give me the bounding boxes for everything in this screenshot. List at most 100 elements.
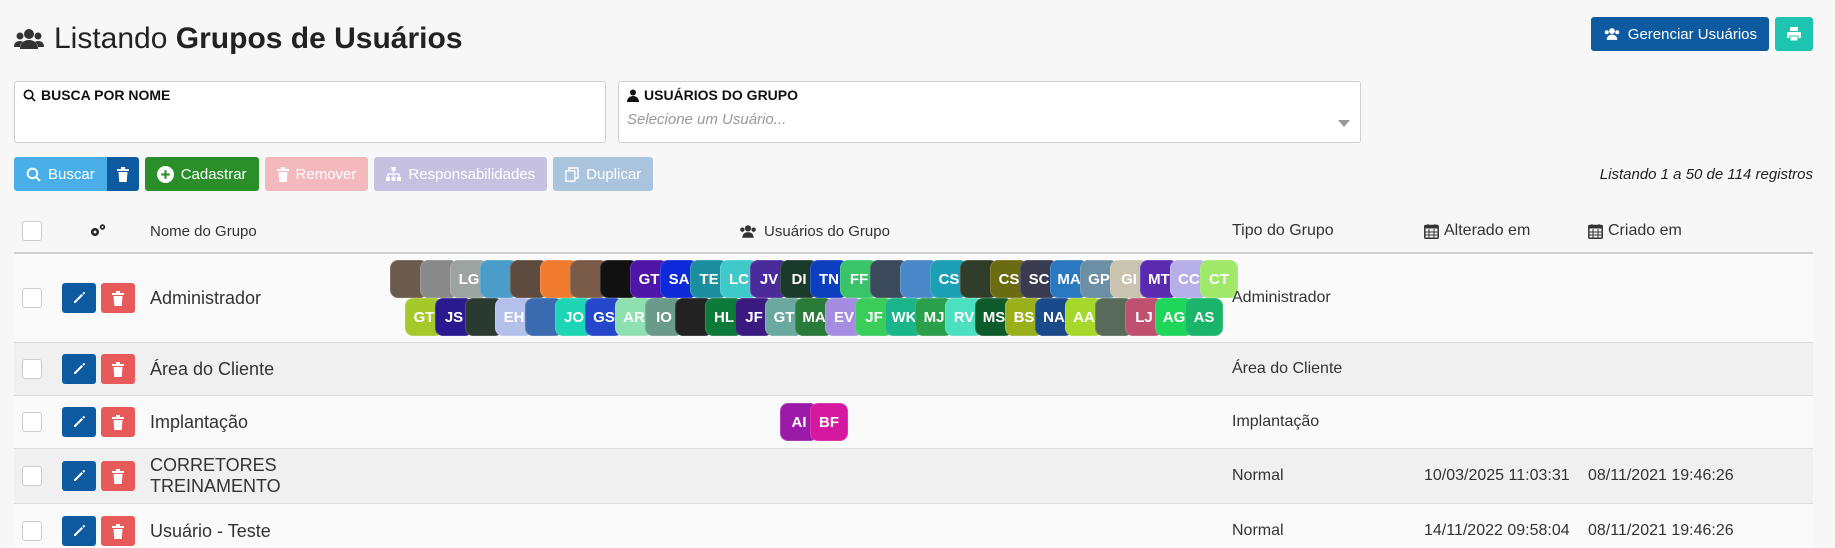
search-icon [26, 167, 41, 182]
table-body: Administrador LG GT SA TE LC JV DI TN FF CS CS SC MA… [14, 254, 1813, 548]
updated-at: 10/03/2025 11:03:31 [1424, 467, 1570, 484]
pencil-icon [72, 469, 86, 483]
top-actions: Gerenciar Usuários [1590, 17, 1813, 51]
col-name[interactable]: Nome do Grupo [146, 223, 408, 240]
delete-button[interactable] [100, 283, 135, 313]
edit-button[interactable] [61, 461, 96, 491]
group-type: Implantação [1232, 413, 1320, 430]
edit-button[interactable] [61, 354, 96, 384]
add-label: Cadastrar [180, 165, 247, 183]
gears-icon[interactable] [88, 223, 108, 239]
plus-circle-icon [156, 165, 174, 183]
table-row[interactable]: CORRETORES TREINAMENTO Normal 10/03/2025… [14, 449, 1813, 504]
col-users-label: Usuários do Grupo [764, 222, 890, 240]
row-checkbox[interactable] [22, 466, 42, 486]
avatar-row: LG GT SA TE LC JV DI TN FF CS CS SC MA GP GI MT CC CT [390, 260, 1238, 298]
group-users: LG GT SA TE LC JV DI TN FF CS CS SC MA GP GI MT CC CT GT J… [390, 260, 1238, 336]
col-type[interactable]: Tipo do Grupo [1220, 222, 1424, 240]
search-label: Buscar [48, 165, 95, 183]
group-name: Administrador [150, 287, 262, 308]
clear-search-button[interactable] [106, 157, 139, 191]
trash-icon [111, 468, 124, 484]
group-users-placeholder: Selecione um Usuário... [627, 111, 787, 128]
user-avatar[interactable]: BF [810, 403, 848, 441]
search-group: Buscar [14, 157, 139, 191]
delete-button[interactable] [100, 461, 135, 491]
col-created-label: Criado em [1608, 222, 1682, 239]
search-icon [23, 89, 36, 102]
trash-icon [111, 290, 124, 306]
row-checkbox[interactable] [22, 521, 42, 541]
filters: BUSCA POR NOME USUÁRIOS DO GRUPO Selecio… [14, 81, 1361, 143]
pencil-icon [72, 524, 86, 538]
edit-button[interactable] [61, 407, 96, 437]
name-search-label: BUSCA POR NOME [23, 87, 597, 103]
table-header: Nome do Grupo Usuários do Grupo Tipo do … [14, 210, 1813, 254]
row-checkbox[interactable] [22, 359, 42, 379]
group-type: Normal [1232, 522, 1284, 539]
table-row[interactable]: Implantação AI BF Implantação [14, 396, 1813, 449]
name-search-box: BUSCA POR NOME [14, 81, 606, 143]
trash-icon [111, 361, 124, 377]
copy-icon [565, 166, 579, 182]
duplicate-button[interactable]: Duplicar [553, 157, 654, 191]
col-created[interactable]: Criado em [1588, 222, 1748, 240]
add-group-button[interactable]: Cadastrar [144, 157, 259, 191]
name-search-input[interactable] [23, 113, 597, 130]
manage-users-button[interactable]: Gerenciar Usuários [1590, 17, 1769, 51]
pencil-icon [72, 291, 86, 305]
group-name: CORRETORES TREINAMENTO [150, 455, 281, 496]
print-button[interactable] [1775, 17, 1813, 51]
delete-button[interactable] [100, 516, 135, 546]
trash-icon [116, 166, 129, 182]
group-users-select[interactable]: USUÁRIOS DO GRUPO Selecione um Usuário..… [618, 81, 1361, 143]
updated-at: 14/11/2022 09:58:04 [1424, 522, 1570, 539]
delete-button[interactable] [100, 407, 135, 437]
row-checkbox[interactable] [22, 412, 42, 432]
responsibilities-label: Responsabilidades [408, 165, 536, 183]
table-row[interactable]: Usuário - Teste Normal 14/11/2022 09:58:… [14, 504, 1813, 548]
created-at: 08/11/2021 19:46:26 [1588, 522, 1734, 539]
col-users[interactable]: Usuários do Grupo [408, 223, 1220, 240]
duplicate-label: Duplicar [586, 165, 642, 183]
calendar-icon [1424, 223, 1439, 239]
chevron-down-icon[interactable] [1338, 120, 1350, 127]
page-header: Listando Grupos de Usuários [14, 18, 463, 60]
edit-button[interactable] [61, 516, 96, 546]
edit-button[interactable] [61, 283, 96, 313]
manage-users-label: Gerenciar Usuários [1627, 25, 1757, 43]
group-name: Usuário - Teste [150, 520, 271, 541]
col-updated[interactable]: Alterado em [1424, 222, 1588, 240]
search-button[interactable]: Buscar [14, 157, 107, 191]
print-icon [1786, 26, 1802, 42]
select-all-checkbox[interactable] [22, 221, 42, 241]
delete-button[interactable] [100, 354, 135, 384]
groups-table: Nome do Grupo Usuários do Grupo Tipo do … [14, 210, 1813, 548]
avatar-row: GT JS EH JO GS AR IO HL JF GT MA EV JF WK MJ RV MS BS NA AA… [405, 298, 1223, 336]
page-title: Listando Grupos de Usuários [54, 22, 463, 55]
group-type: Normal [1232, 467, 1284, 484]
page: Listando Grupos de Usuários Gerenciar Us… [0, 0, 1835, 548]
user-avatar[interactable]: AS [1185, 298, 1223, 336]
table-row[interactable]: Área do Cliente Área do Cliente [14, 343, 1813, 396]
created-at: 08/11/2021 19:46:26 [1588, 467, 1734, 484]
sitemap-icon [386, 167, 402, 181]
group-type: Área do Cliente [1232, 360, 1343, 377]
users-group-icon [14, 27, 44, 51]
action-toolbar: Buscar Cadastrar Remover Responsabilidad… [14, 157, 654, 191]
avatar-row: AI BF [780, 403, 848, 441]
row-checkbox[interactable] [22, 288, 42, 308]
users-icon [1603, 27, 1621, 41]
user-icon [627, 89, 639, 102]
group-users-label: USUÁRIOS DO GRUPO [627, 87, 1352, 103]
listing-count: Listando 1 a 50 de 114 registros [1599, 166, 1813, 183]
group-users: AI BF [408, 403, 1220, 441]
trash-icon [111, 523, 124, 539]
remove-button[interactable]: Remover [264, 157, 369, 191]
group-name: Área do Cliente [150, 358, 275, 379]
remove-label: Remover [295, 165, 357, 183]
responsibilities-button[interactable]: Responsabilidades [374, 157, 548, 191]
trash-icon [111, 414, 124, 430]
calendar-icon [1588, 223, 1603, 239]
table-row[interactable]: Administrador LG GT SA TE LC JV DI TN FF CS CS SC MA… [14, 254, 1813, 343]
